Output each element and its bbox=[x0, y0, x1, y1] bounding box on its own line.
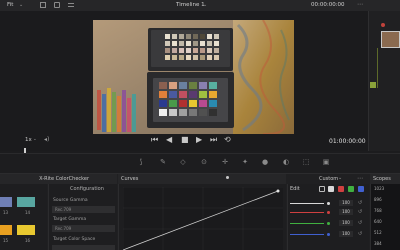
blue-channel-slider[interactable] bbox=[290, 234, 324, 235]
red-channel-indicator bbox=[327, 211, 330, 214]
source-gamma-label: Source Gamma bbox=[53, 198, 88, 203]
green-channel-button[interactable] bbox=[348, 186, 354, 192]
node-connector bbox=[377, 48, 378, 88]
source-gamma-select[interactable]: Rec.709 bbox=[52, 206, 115, 213]
scope-scale-value: 896 bbox=[374, 197, 382, 202]
green-channel-slider[interactable] bbox=[290, 223, 324, 224]
chevron-down-icon[interactable]: ⌄ bbox=[33, 137, 37, 142]
video-frame bbox=[93, 20, 294, 134]
key-icon[interactable]: ◐ bbox=[281, 158, 291, 167]
green-channel-value[interactable]: 100 bbox=[339, 220, 353, 226]
swatch-13[interactable] bbox=[0, 197, 12, 207]
tracker-icon[interactable]: ✛ bbox=[220, 158, 230, 167]
luma-channel-button[interactable] bbox=[328, 186, 334, 192]
skip-forward-icon[interactable]: ⏭ bbox=[210, 135, 217, 145]
sizing-icon[interactable]: ⬚ bbox=[301, 158, 311, 167]
more-options-icon[interactable]: ⋯ bbox=[357, 175, 363, 182]
source-timecode: 00:00:00:00 bbox=[311, 2, 345, 8]
viewer-mode-icon[interactable] bbox=[40, 2, 46, 8]
target-gamma-select[interactable]: Rec.709 bbox=[52, 225, 115, 232]
skip-back-icon[interactable]: ⏮ bbox=[151, 135, 158, 145]
luma-channel-indicator bbox=[327, 202, 330, 205]
magic-mask-icon[interactable]: ✦ bbox=[240, 158, 250, 167]
curves-dot-icon bbox=[226, 176, 229, 179]
eyedropper-icon[interactable]: ✎ bbox=[158, 158, 168, 167]
red-channel-value[interactable]: 100 bbox=[339, 209, 353, 215]
swatch-label: 13 bbox=[3, 210, 9, 215]
target-gamma-label: Target Gamma bbox=[53, 217, 87, 222]
node-output[interactable] bbox=[370, 82, 376, 88]
configuration-title: Configuration bbox=[70, 186, 104, 192]
blue-channel-indicator bbox=[327, 233, 330, 236]
loop-icon[interactable]: ⟲ bbox=[224, 135, 231, 144]
node-thumbnail[interactable] bbox=[381, 31, 400, 48]
swatch-16[interactable] bbox=[17, 225, 35, 235]
chevron-down-icon[interactable]: ⌄ bbox=[19, 2, 23, 8]
window-icon[interactable]: ⊙ bbox=[199, 158, 209, 167]
scope-scale-value: 1023 bbox=[374, 186, 385, 191]
reset-icon[interactable]: ↺ bbox=[358, 200, 365, 206]
colorchecker-panel-header: X-Rite ColorChecker bbox=[0, 174, 117, 184]
speaker-icon[interactable]: ◂) bbox=[44, 136, 49, 143]
curves-mode-dropdown[interactable]: Custom bbox=[319, 176, 338, 182]
3d-icon[interactable]: ▣ bbox=[321, 158, 331, 167]
curves-graph-svg bbox=[122, 186, 283, 250]
curves-graph[interactable] bbox=[122, 186, 283, 250]
red-channel-slider[interactable] bbox=[290, 212, 324, 213]
curves-title: Curves bbox=[121, 176, 139, 182]
curves-tool-icon[interactable]: ⟆ bbox=[136, 158, 146, 167]
zoom-fit-dropdown[interactable]: Fit bbox=[7, 2, 13, 8]
swatch-label: 16 bbox=[25, 238, 31, 243]
swatch-label: 14 bbox=[25, 210, 31, 215]
record-timecode: 01:00:00:00 bbox=[329, 138, 366, 145]
luma-channel-slider[interactable] bbox=[290, 203, 324, 204]
curve-control-point bbox=[276, 189, 280, 193]
scope-scale-value: 512 bbox=[374, 230, 382, 235]
target-color-space-label: Target Color Space bbox=[53, 237, 96, 242]
timeline-name-dropdown[interactable]: Timeline 1 bbox=[176, 2, 205, 8]
rewind-icon[interactable]: ◀ bbox=[166, 135, 172, 144]
swatch-label: 15 bbox=[3, 238, 9, 243]
color-checker-image bbox=[93, 20, 294, 134]
chevron-down-icon[interactable]: ⌄ bbox=[338, 175, 342, 181]
play-icon[interactable]: ▶ bbox=[196, 135, 202, 144]
swatch-14[interactable] bbox=[17, 197, 35, 207]
reset-icon[interactable]: ↺ bbox=[358, 220, 365, 226]
chevron-down-icon[interactable]: ⌄ bbox=[203, 2, 207, 8]
scope-scale-value: 640 bbox=[374, 219, 382, 224]
qualifier-icon[interactable]: ◇ bbox=[178, 158, 188, 167]
scope-scale-value: 384 bbox=[374, 241, 382, 246]
green-channel-indicator bbox=[327, 222, 330, 225]
edit-panel bbox=[287, 184, 369, 250]
split-screen-icon[interactable] bbox=[54, 2, 60, 8]
curve-line bbox=[122, 190, 279, 250]
blur-icon[interactable]: ● bbox=[260, 158, 270, 167]
scope-scale-value: 768 bbox=[374, 208, 382, 213]
more-options-icon[interactable]: ⋯ bbox=[357, 1, 363, 8]
edit-title: Edit bbox=[290, 186, 300, 192]
target-color-space-select[interactable] bbox=[52, 245, 115, 250]
scopes-panel-header: Scopes bbox=[370, 174, 400, 184]
playback-speed-dropdown[interactable]: 1x bbox=[25, 137, 32, 143]
reset-icon[interactable]: ↺ bbox=[358, 209, 365, 215]
swatch-15[interactable] bbox=[0, 225, 12, 235]
overlay-icon[interactable] bbox=[68, 3, 74, 7]
reset-icon[interactable]: ↺ bbox=[358, 231, 365, 237]
node-marker[interactable] bbox=[381, 23, 385, 27]
stop-icon[interactable]: ■ bbox=[181, 135, 189, 144]
red-channel-button[interactable] bbox=[338, 186, 344, 192]
luma-channel-value[interactable]: 100 bbox=[339, 200, 353, 206]
link-toggle-icon[interactable] bbox=[319, 186, 325, 192]
curves-panel-header: Curves bbox=[118, 174, 286, 184]
blue-channel-button[interactable] bbox=[358, 186, 364, 192]
chevron-down-icon[interactable]: ⌄ bbox=[341, 2, 345, 8]
blue-channel-value[interactable]: 100 bbox=[339, 231, 353, 237]
